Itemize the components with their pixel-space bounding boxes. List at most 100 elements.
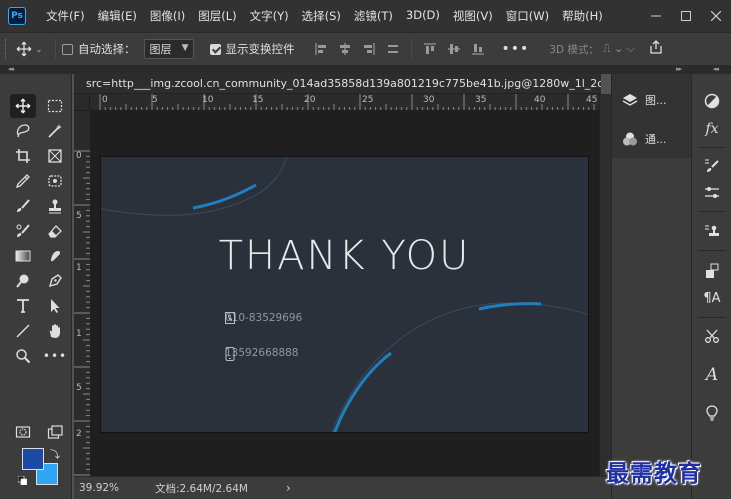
ruler-label: 0 xyxy=(76,151,82,161)
frame-icon xyxy=(48,149,62,163)
dodge-icon xyxy=(16,274,29,288)
document-tab[interactable]: src=http___img.zcool.cn_community_014ad3… xyxy=(74,74,601,94)
move-tool-preset[interactable]: ⌄ xyxy=(9,41,49,57)
type-tool[interactable] xyxy=(10,294,36,318)
align-left-button[interactable] xyxy=(309,39,333,59)
menu-3d[interactable]: 3D(D) xyxy=(406,8,440,24)
history-brush-tool[interactable] xyxy=(10,219,36,243)
minimize-button[interactable] xyxy=(641,0,671,32)
edit-toolbar-button[interactable]: ••• xyxy=(42,344,68,368)
menu-filter[interactable]: 滤镜(T) xyxy=(354,8,393,24)
zoom-icon xyxy=(16,349,31,364)
collapse-dock-b-icon[interactable]: ◂◂ xyxy=(713,65,719,73)
menu-edit[interactable]: 编辑(E) xyxy=(98,8,137,24)
magic-wand-icon xyxy=(48,124,62,138)
adjustments-button[interactable] xyxy=(700,89,724,113)
collapse-toolbar-icon[interactable]: ◂◂ xyxy=(8,65,14,73)
zoom-level[interactable]: 39.92% xyxy=(79,482,149,494)
auto-select-checkbox[interactable]: 自动选择： xyxy=(62,41,136,57)
quick-mask-button[interactable] xyxy=(10,420,36,444)
paragraph-styles-button[interactable]: ¶A xyxy=(700,286,724,310)
status-menu-arrow[interactable]: › xyxy=(286,481,291,495)
menu-items: 文件(F) 编辑(E) 图像(I) 图层(L) 文字(Y) 选择(S) 滤镜(T… xyxy=(46,8,616,24)
foreground-color-swatch[interactable] xyxy=(22,448,44,470)
show-transform-checkbox[interactable]: 显示变换控件 xyxy=(209,41,295,57)
screen-mode-icon xyxy=(47,425,63,439)
brush-tool[interactable] xyxy=(10,194,36,218)
auto-select-target-dropdown[interactable]: 图层 ▼ xyxy=(143,39,194,59)
character-styles-button[interactable] xyxy=(700,259,724,283)
styles-button[interactable]: fx xyxy=(700,117,724,141)
vertical-scrollbar[interactable] xyxy=(599,94,611,476)
crop-tool[interactable] xyxy=(10,144,36,168)
frame-tool[interactable] xyxy=(42,144,68,168)
brushes-button[interactable] xyxy=(700,181,724,205)
dodge-tool[interactable] xyxy=(10,269,36,293)
default-colors-icon[interactable] xyxy=(18,476,27,485)
swap-colors-icon[interactable]: ⤵ xyxy=(50,446,60,461)
eraser-tool[interactable] xyxy=(42,219,68,243)
path-selection-tool[interactable] xyxy=(42,294,68,318)
mobile-phone-icon xyxy=(225,347,235,361)
pen-icon xyxy=(48,274,62,288)
divider xyxy=(698,250,726,251)
eyedropper-tool[interactable] xyxy=(10,169,36,193)
mobile-text: 13592668888 xyxy=(225,347,299,359)
menu-select[interactable]: 选择(S) xyxy=(302,8,341,24)
hand-tool[interactable] xyxy=(42,319,68,343)
marquee-tool[interactable] xyxy=(42,94,68,118)
layers-panel-tab[interactable]: 图... xyxy=(622,92,667,108)
collapse-dock-a-icon[interactable]: ▸▸ xyxy=(676,65,682,73)
divider xyxy=(410,39,412,59)
layers-icon xyxy=(622,94,638,106)
tool-presets-button[interactable] xyxy=(700,324,724,348)
lasso-tool[interactable] xyxy=(10,119,36,143)
align-buttons xyxy=(309,39,490,59)
smudge-tool[interactable] xyxy=(42,244,68,268)
line-tool[interactable] xyxy=(10,319,36,343)
learn-button[interactable] xyxy=(700,401,724,425)
glyphs-button[interactable]: A xyxy=(700,363,724,387)
more-options-button[interactable]: ••• xyxy=(502,41,530,57)
horizontal-ruler[interactable]: 0 5 10 15 20 25 30 35 40 45 xyxy=(90,94,599,111)
checkbox-box[interactable] xyxy=(209,43,221,55)
eyedropper-icon xyxy=(15,174,30,189)
3d-mode-icons[interactable]: ⎍ ⌄ ⌵ xyxy=(603,42,635,56)
canvas-document[interactable]: THANK YOU 010-83529696 13592668888 xyxy=(100,156,589,433)
clone-stamp-tool[interactable] xyxy=(42,194,68,218)
spot-healing-tool[interactable] xyxy=(42,169,68,193)
menu-help[interactable]: 帮助(H) xyxy=(562,8,603,24)
vertical-ruler[interactable]: 0 5 1 1 5 2 xyxy=(74,111,90,476)
share-button[interactable] xyxy=(649,40,663,58)
align-bottom-button[interactable] xyxy=(466,39,490,59)
document-header-strip xyxy=(72,66,611,74)
menu-image[interactable]: 图像(I) xyxy=(150,8,185,24)
menu-file[interactable]: 文件(F) xyxy=(46,8,85,24)
align-top-button[interactable] xyxy=(418,39,442,59)
screen-mode-button[interactable] xyxy=(42,420,68,444)
ruler-origin[interactable] xyxy=(74,94,90,111)
ruler-label: 2 xyxy=(76,429,82,439)
align-hcenter-button[interactable] xyxy=(333,39,357,59)
menu-window[interactable]: 窗口(W) xyxy=(506,8,549,24)
menu-type[interactable]: 文字(Y) xyxy=(250,8,289,24)
zoom-tool[interactable] xyxy=(10,344,36,368)
menu-layer[interactable]: 图层(L) xyxy=(198,8,236,24)
magic-wand-tool[interactable] xyxy=(42,119,68,143)
restore-button[interactable] xyxy=(671,0,701,32)
clone-source-button[interactable] xyxy=(700,219,724,243)
menu-view[interactable]: 视图(V) xyxy=(453,8,493,24)
align-right-button[interactable] xyxy=(357,39,381,59)
channels-panel-tab[interactable]: 通... xyxy=(622,131,667,147)
checkbox-box[interactable] xyxy=(62,43,73,55)
brush-settings-button[interactable] xyxy=(700,154,724,178)
channels-panel-label: 通... xyxy=(645,133,667,146)
pen-tool[interactable] xyxy=(42,269,68,293)
close-button[interactable] xyxy=(701,0,731,32)
distribute-button[interactable] xyxy=(381,39,405,59)
smudge-icon xyxy=(51,251,61,262)
align-vcenter-button[interactable] xyxy=(442,39,466,59)
ruler-label: 30 xyxy=(423,95,435,105)
move-tool[interactable] xyxy=(10,94,36,118)
gradient-tool[interactable] xyxy=(10,244,36,268)
